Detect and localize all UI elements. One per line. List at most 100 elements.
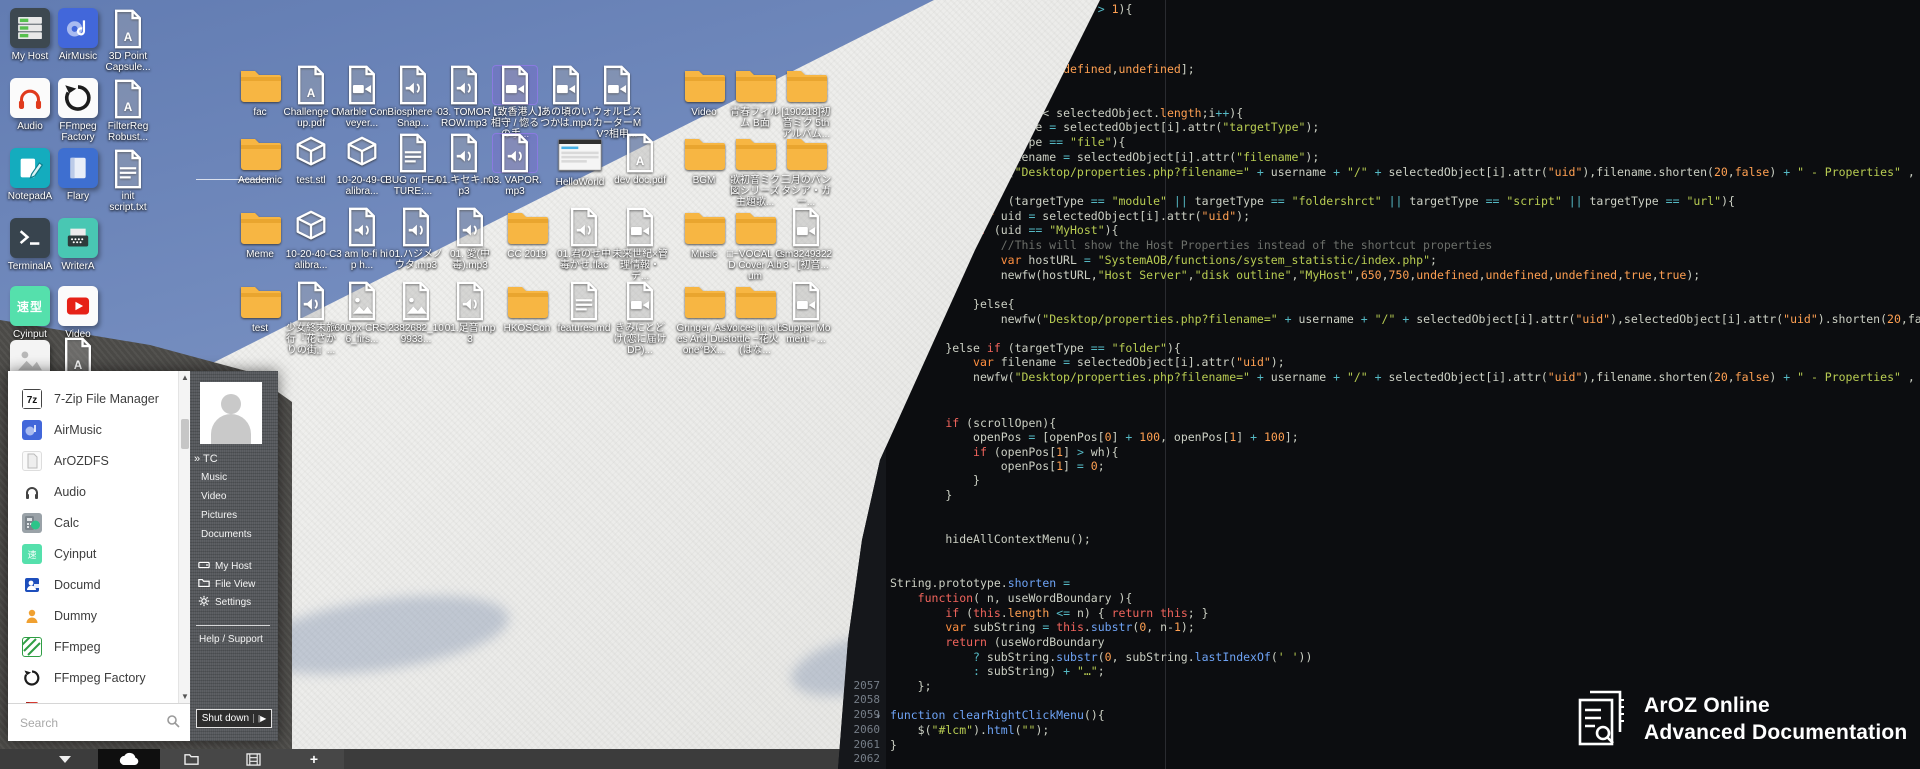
file-label: test [232, 323, 288, 334]
desktop-file[interactable]: CC 2019 [499, 208, 555, 260]
desktop-file[interactable]: □~VOCAL OD Cover Album [727, 208, 783, 282]
shutdown-button[interactable]: Shut down |▶ [196, 709, 272, 728]
start-menu-item-documd[interactable]: Documd [8, 570, 190, 600]
scrollbar-thumb[interactable] [181, 419, 189, 449]
avatar[interactable] [200, 382, 262, 444]
desktop-file[interactable]: 10-20-40-Calibra... [283, 208, 339, 271]
video-icon [58, 286, 98, 326]
desktop-app-terminala[interactable]: TerminalA [6, 218, 54, 272]
desktop-file[interactable]: 01.ハジメノウタ.mp3 [388, 208, 444, 271]
line-number: 2060 [836, 723, 880, 737]
quick-link-music[interactable]: Music [201, 472, 227, 483]
start-menu-item-audio[interactable]: Audio [8, 477, 190, 507]
code-line: return (useWordBoundary [890, 635, 1105, 649]
quick-link-documents[interactable]: Documents [201, 529, 252, 540]
desktop-file[interactable]: 2382682_109933... [388, 282, 444, 345]
start-menu-item-airmusic[interactable]: AirMusic [8, 415, 190, 445]
desktop-file[interactable]: Video [676, 66, 732, 118]
desktop-file[interactable]: Marble Conveyer... [334, 66, 390, 129]
desktop-file[interactable]: test.stl [283, 134, 339, 186]
desktop-file[interactable]: Music [676, 208, 732, 260]
start-menu-item-ffmpeg[interactable]: FFmpeg [8, 632, 190, 662]
search-input[interactable] [18, 712, 158, 734]
desktop-app-flary[interactable]: Flary [54, 148, 102, 202]
desktop-file[interactable]: sm32493223 - [初音... [778, 208, 834, 271]
collapse-arrow-button[interactable] [50, 749, 80, 769]
desktop-file[interactable]: 青春フィルム B面 [727, 66, 783, 129]
start-menu-item-filary[interactable]: Filary [8, 694, 190, 703]
desktop-file[interactable]: 03. VAPOR.mp3 [487, 134, 543, 197]
desktop-app-video[interactable]: Video [54, 286, 102, 340]
desktop-app-myhost[interactable]: My Host [6, 8, 54, 62]
shutdown-more-icon[interactable]: |▶ [253, 714, 266, 723]
scroll-up-icon[interactable]: ▲ [181, 373, 189, 382]
desktop-file[interactable]: test [232, 282, 288, 334]
desktop-file[interactable]: Adev doc.pdf [612, 134, 668, 186]
desktop-file[interactable]: AChallenge Cup.pdf [283, 66, 339, 129]
start-menu-item-calc[interactable]: Calc [8, 508, 190, 538]
desktop-file[interactable]: 歌初音ミク図シリーズ主題歌... [727, 134, 783, 208]
desktop-file[interactable]: BGM [676, 134, 732, 186]
desktop-app-fffactory[interactable]: FFmpeg Factory [54, 78, 102, 143]
cloud-desktop-button[interactable] [98, 749, 160, 769]
file-explorer-button[interactable] [160, 749, 222, 769]
desktop-file[interactable]: Supper Moment - ... [778, 282, 834, 345]
desktop-file[interactable]: Meme [232, 208, 288, 260]
fold-marker-icon[interactable]: ▾ [876, 710, 881, 724]
desktop-app-cyinput[interactable]: 速型Cyinput [6, 286, 54, 340]
desktop-file[interactable]: 01. 愛(中毒).mp3 [442, 208, 498, 271]
desktop-file[interactable]: 03. TOMORROW.mp3 [436, 66, 492, 129]
desktop-file[interactable]: [190218]初音ミク 5thアルバム... [778, 66, 834, 140]
system-link-gear[interactable]: Settings [198, 595, 251, 610]
start-menu-scrollbar[interactable]: ▲ ▼ [178, 371, 190, 703]
desktop-file[interactable]: BUG or FEATURE:... [385, 134, 441, 197]
desktop-file[interactable]: ウォルピスカーターMV?相申... [589, 66, 645, 140]
desktop-file[interactable]: Gringer, Ashes And Dust one°BX... [676, 282, 732, 356]
add-button[interactable]: + [284, 749, 344, 769]
cube-icon [289, 134, 333, 172]
desktop-file[interactable]: 未来世紀×管理情報・デ... [612, 208, 668, 282]
desktop-file[interactable]: あの頃のいつかは.mp4 [538, 66, 594, 129]
desktop-file[interactable]: Biosphere - Snap... [385, 66, 441, 129]
start-menu-item-fffactory[interactable]: FFmpeg Factory [8, 663, 190, 693]
help-support-link[interactable]: Help / Support [199, 634, 263, 645]
desktop-file[interactable]: 【致香港人】相守 / 惚るの手... [487, 66, 543, 140]
desktop-file[interactable]: fac [232, 66, 288, 118]
desktop-file[interactable]: features.md [556, 282, 612, 334]
desktop-app-pdfdoc[interactable]: A3D Point Capsule... [104, 10, 152, 73]
desktop-file[interactable]: 3 am lo-fi hip h... [334, 208, 390, 271]
desktop-file[interactable]: 01.キセキ.mp3 [436, 134, 492, 197]
start-menu-item-cyinput[interactable]: 速Cyinput [8, 539, 190, 569]
media-button[interactable] [222, 749, 284, 769]
code-token: username [1271, 370, 1326, 384]
desktop-file[interactable]: voices in a bottle ~花火(はな... [727, 282, 783, 356]
desktop-file[interactable]: HKOSCon [499, 282, 555, 334]
desktop-file[interactable]: 01.足音.mp3 [442, 282, 498, 345]
desktop-app-audio[interactable]: Audio [6, 78, 54, 132]
desktop-app-airmusic[interactable]: AirMusic [54, 8, 102, 62]
start-menu-item-arozdfs[interactable]: ArOZDFS [8, 446, 190, 476]
scroll-down-icon[interactable]: ▼ [181, 692, 189, 701]
code-token: ] [1236, 430, 1250, 444]
desktop-file[interactable]: HelloWorld [552, 136, 608, 188]
quick-link-pictures[interactable]: Pictures [201, 510, 237, 521]
code-token: } [973, 473, 980, 487]
desktop-app-pdfdoc[interactable]: AFilterReg Robust... [104, 80, 152, 143]
desktop-file[interactable]: 三月のパンタシア・ガー... [778, 134, 834, 208]
desktop-app-notepada[interactable]: NotepadA [6, 148, 54, 202]
desktop-file[interactable]: きみにとどけ(恋に届け DP)... [612, 282, 668, 356]
desktop-app-textdoc[interactable]: init script.txt [104, 150, 152, 213]
start-menu-item-sevenzip[interactable]: 7z7-Zip File Manager [8, 384, 190, 414]
system-link-drive[interactable]: My Host [198, 559, 252, 574]
desktop-app-writera[interactable]: WriterA [54, 218, 102, 272]
desktop-file[interactable]: 600px-CRS-6_firs... [334, 282, 390, 345]
start-menu-item-dummy[interactable]: Dummy [8, 601, 190, 631]
desktop-file[interactable]: 01.君のせ中毒かせ.flac [556, 208, 612, 271]
desktop-file[interactable]: 少女終末旅行『花ざかりの街』... [283, 282, 339, 356]
quick-link-video[interactable]: Video [201, 491, 226, 502]
code-token: "filename" [1236, 150, 1305, 164]
desktop-file[interactable]: 10-20-49-Calibra... [334, 134, 390, 197]
username-label[interactable]: TC [203, 453, 218, 465]
system-link-folder[interactable]: File View [198, 577, 255, 592]
code-token: this [1160, 606, 1188, 620]
